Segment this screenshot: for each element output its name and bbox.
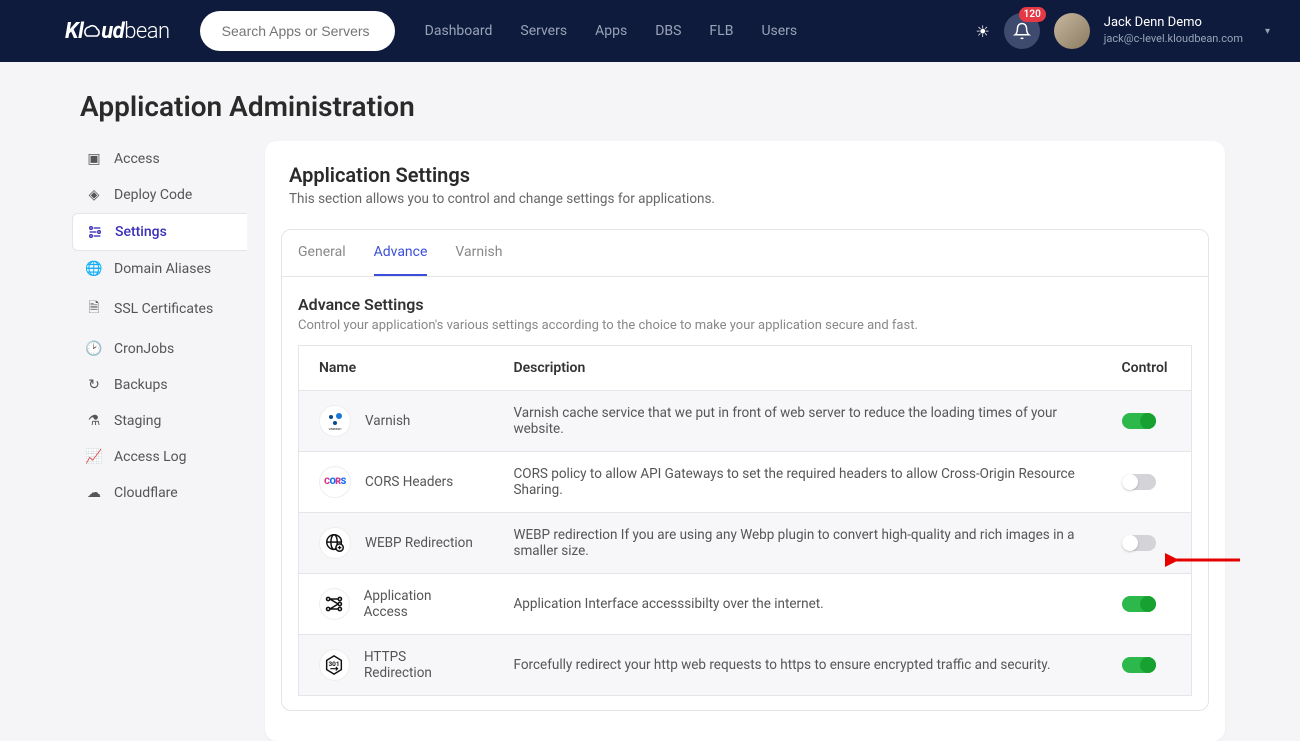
card-subtitle: This section allows you to control and c…: [289, 191, 1201, 207]
sidebar-item-label: Backups: [114, 377, 168, 393]
sidebar-item-cron[interactable]: 🕑 CronJobs: [72, 331, 247, 367]
sidebar-item-label: CronJobs: [114, 341, 174, 357]
https-icon: 301: [319, 649, 350, 681]
sidebar-item-label: Cloudflare: [114, 485, 178, 501]
globe-icon: 🌐: [86, 261, 102, 277]
page-title: Application Administration: [0, 62, 1300, 141]
sidebar-item-staging[interactable]: ⚗ Staging: [72, 403, 247, 439]
toggle-varnish[interactable]: [1122, 413, 1156, 429]
row-name: Application Access: [364, 588, 474, 620]
cloud-icon: ☁: [86, 485, 102, 501]
sidebar-item-ssl[interactable]: 🗎 SSL Certificates: [72, 287, 247, 331]
sidebar-item-label: Domain Aliases: [114, 261, 211, 277]
toggle-https[interactable]: [1122, 657, 1156, 673]
sidebar-item-label: Access Log: [114, 449, 187, 465]
user-avatar[interactable]: [1054, 13, 1090, 49]
sidebar-item-backups[interactable]: ↻ Backups: [72, 367, 247, 403]
sidebar-item-deploy[interactable]: ◈ Deploy Code: [72, 177, 247, 213]
tab-advance[interactable]: Advance: [374, 244, 428, 276]
card-title: Application Settings: [289, 163, 1201, 187]
nav-apps[interactable]: Apps: [595, 23, 627, 39]
certificate-icon: 🗎: [86, 297, 102, 321]
table-row: 301 HTTPS Redirection Forcefully redirect…: [299, 635, 1192, 696]
tab-varnish[interactable]: Varnish: [455, 244, 502, 276]
section-description: Control your application's various setti…: [298, 318, 1192, 333]
row-name: CORS Headers: [365, 474, 453, 490]
sidebar-item-label: Staging: [114, 413, 161, 429]
settings-icon: [87, 224, 103, 240]
theme-toggle-icon[interactable]: ☀: [975, 22, 989, 41]
top-bar: Kludbean Dashboard Servers Apps DBS FLB …: [0, 0, 1300, 62]
sidebar-item-cloudflare[interactable]: ☁ Cloudflare: [72, 475, 247, 511]
table-row: WEBP Redirection WEBP redirection If you…: [299, 513, 1192, 574]
sidebar-item-label: Access: [114, 151, 160, 167]
sidebar-item-access[interactable]: ▣ Access: [72, 141, 247, 177]
row-desc: WEBP redirection If you are using any We…: [494, 513, 1102, 574]
toggle-cors[interactable]: [1122, 474, 1156, 490]
notification-count-badge: 120: [1019, 7, 1046, 22]
nav-users[interactable]: Users: [761, 23, 797, 39]
user-email: jack@c-level.kloudbean.com: [1104, 32, 1243, 46]
webp-icon: [319, 527, 351, 559]
svg-text:301: 301: [329, 660, 340, 668]
user-square-icon: ▣: [86, 151, 102, 167]
deploy-icon: ◈: [86, 187, 102, 203]
user-menu-caret-icon[interactable]: ▾: [1265, 26, 1270, 37]
nav-dashboard[interactable]: Dashboard: [425, 23, 493, 39]
sidebar-item-label: SSL Certificates: [114, 301, 213, 317]
sidebar-item-settings[interactable]: Settings: [72, 213, 247, 251]
varnish-icon: VARNISH: [319, 405, 351, 437]
refresh-icon: ↻: [86, 377, 102, 393]
row-desc: CORS policy to allow API Gateways to set…: [494, 452, 1102, 513]
settings-table: Name Description Control VARNISH Varnish …: [298, 345, 1192, 696]
sidebar: ▣ Access ◈ Deploy Code Settings 🌐 Domain Al…: [72, 141, 247, 741]
user-info: Jack Denn Demo jack@c-level.kloudbean.co…: [1104, 15, 1243, 46]
row-desc: Application Interface accesssibilty over…: [494, 574, 1102, 635]
notifications-button[interactable]: 120: [1004, 13, 1040, 49]
user-name: Jack Denn Demo: [1104, 15, 1243, 32]
row-desc: Varnish cache service that we put in fro…: [494, 391, 1102, 452]
table-row: VARNISH Varnish Varnish cache service tha…: [299, 391, 1192, 452]
svg-text:VARNISH: VARNISH: [329, 427, 342, 431]
tab-general[interactable]: General: [298, 244, 346, 276]
table-row: CORS CORS Headers CORS policy to allow AP…: [299, 452, 1192, 513]
col-description: Description: [494, 346, 1102, 391]
tabs-container: General Advance Varnish Advance Settings…: [281, 229, 1209, 711]
sidebar-item-label: Settings: [115, 224, 167, 240]
row-name: Varnish: [365, 413, 410, 429]
search-input[interactable]: [200, 11, 395, 51]
sidebar-item-label: Deploy Code: [114, 187, 192, 203]
col-name: Name: [299, 346, 494, 391]
staging-icon: ⚗: [86, 413, 102, 429]
nav-servers[interactable]: Servers: [520, 23, 567, 39]
brand-logo: Kludbean: [65, 19, 170, 44]
row-name: HTTPS Redirection: [364, 649, 474, 681]
content-card: Application Settings This section allows…: [265, 141, 1225, 741]
row-desc: Forcefully redirect your http web reques…: [494, 635, 1102, 696]
top-nav: Dashboard Servers Apps DBS FLB Users: [425, 23, 797, 39]
cors-icon: CORS: [319, 466, 351, 498]
access-icon: [319, 588, 350, 620]
sidebar-item-domain[interactable]: 🌐 Domain Aliases: [72, 251, 247, 287]
section-title: Advance Settings: [298, 295, 1192, 314]
toggle-webp[interactable]: [1122, 535, 1156, 551]
row-name: WEBP Redirection: [365, 535, 473, 551]
clock-icon: 🕑: [86, 341, 102, 357]
col-control: Control: [1102, 346, 1192, 391]
nav-flb[interactable]: FLB: [709, 23, 733, 39]
table-row: Application Access Application Interface…: [299, 574, 1192, 635]
sidebar-item-accesslog[interactable]: 📈 Access Log: [72, 439, 247, 475]
chart-icon: 📈: [86, 449, 102, 465]
toggle-app-access[interactable]: [1122, 596, 1156, 612]
nav-dbs[interactable]: DBS: [655, 23, 681, 39]
